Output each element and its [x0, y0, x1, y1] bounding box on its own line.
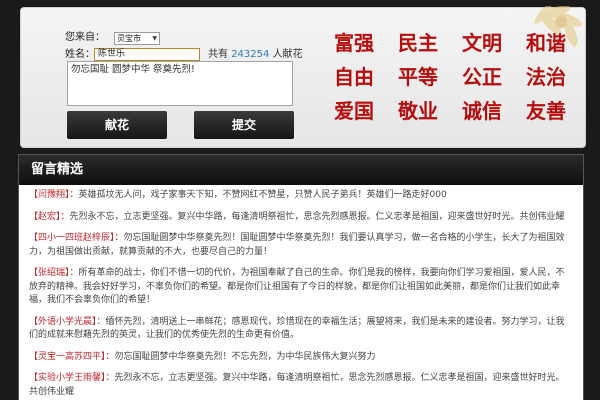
message-item: 【闫豫翔】：英雄孤坟无人问，戏子家事天下知，不赞网红不赞星，只赞人民子弟兵！英雄…	[29, 189, 573, 203]
message-text: 先烈永不忘，立志更坚强。复兴中华路，每逢清明祭祖忙，思念先烈感恩报。仁义忠孝是祖…	[69, 211, 565, 222]
messages-list[interactable]: 【闫豫翔】：英雄孤坟无人问，戏子家事天下知，不赞网红不赞星，只赞人民子弟兵！英雄…	[19, 185, 583, 399]
submit-button[interactable]: 提交	[194, 111, 294, 139]
message-author: 【实验小学王雨馨】：	[29, 373, 115, 383]
offer-flower-button[interactable]: 献花	[67, 111, 167, 139]
core-value-item: 文明	[462, 31, 502, 55]
core-value-item: 敬业	[398, 99, 438, 123]
core-value-item: 友善	[526, 99, 566, 123]
flower-decoration-icon	[509, 6, 587, 54]
message-text: 所有革命的战士，你们不惜一切的代价，为祖国奉献了自己的生命。你们是我的榜样，我要…	[29, 268, 565, 305]
featured-messages-panel: 留言精选 【闫豫翔】：英雄孤坟无人问，戏子家事天下知，不赞网红不赞星，只赞人民子…	[18, 154, 584, 400]
message-author: 【外语小学光晨】：	[29, 316, 106, 327]
region-select[interactable]: 灵宝市 ▼	[114, 32, 160, 45]
message-item: 【实验小学王雨馨】：先烈永不忘，立志更坚强。复兴中华路，每逢清明祭祖忙，思念先烈…	[29, 372, 573, 399]
chevron-down-icon: ▼	[152, 35, 157, 42]
message-item: 【张绍瑞】：所有革命的战士，你们不惜一切的代价，为祖国奉献了自己的生命。你们是我…	[29, 267, 573, 308]
core-value-item: 平等	[398, 65, 438, 89]
message-text: 英雄孤坟无人问，戏子家事天下知，不赞网红不赞星，只赞人民子弟兵！英雄们一路走好0…	[78, 190, 447, 200]
flower-count-prefix: 共有	[208, 49, 228, 60]
flower-count-suffix: 人献花	[272, 49, 303, 60]
message-author: 【张绍瑞】：	[29, 268, 79, 278]
message-author: 【赵宏】：	[29, 211, 70, 222]
name-field-value: 陈世乐	[98, 49, 126, 59]
core-value-item: 爱国	[334, 99, 374, 123]
message-textarea-value: 勿忘国耻 圆梦中华 祭奠先烈!	[71, 64, 195, 75]
message-author: 【灵宝一高苏四平】：	[29, 351, 115, 362]
message-item: 【四小一四班赵梓辰】：勿忘国耻圆梦中华祭奠先烈！国耻圆梦中华祭奠先烈！我们要认真…	[29, 232, 573, 259]
message-textarea[interactable]: 勿忘国耻 圆梦中华 祭奠先烈!	[67, 61, 293, 106]
message-author: 【四小一四班赵梓辰】：	[29, 233, 124, 243]
region-select-value: 灵宝市	[117, 34, 141, 43]
flower-count: 共有 243254 人献花	[208, 48, 303, 62]
name-label: 姓名：	[65, 49, 95, 60]
name-field[interactable]: 陈世乐	[94, 48, 200, 61]
core-value-item: 公正	[462, 65, 502, 89]
core-value-item: 民主	[398, 31, 438, 55]
core-value-item: 诚信	[462, 99, 502, 123]
message-item: 【赵宏】：先烈永不忘，立志更坚强。复兴中华路，每逢清明祭祖忙，思念先烈感恩报。仁…	[29, 211, 573, 225]
message-item: 【外语小学光晨】：缅怀先烈，清明送上一串鲜花；感恩现代，珍惜现在的幸福生活；展望…	[29, 316, 573, 343]
core-value-item: 法治	[526, 65, 566, 89]
region-label: 您来自：	[65, 32, 105, 43]
message-text: 缅怀先烈，清明送上一串鲜花；感恩现代，珍惜现在的幸福生活；展望将来，我们是未来的…	[29, 316, 565, 341]
message-author: 【闫豫翔】：	[29, 190, 79, 200]
message-item: 【灵宝一高苏四平】：勿忘国耻圆梦中华祭奠先烈！不忘先烈，为中华民族伟大复兴努力	[29, 351, 573, 365]
core-value-item: 自由	[334, 65, 374, 89]
featured-messages-title: 留言精选	[19, 155, 583, 185]
core-value-item: 富强	[334, 31, 374, 55]
flower-count-value: 243254	[231, 49, 270, 60]
memorial-form-panel: 您来自： 灵宝市 ▼ 姓名： 陈世乐 共有 243254 人献花 勿忘国耻 圆梦…	[20, 6, 587, 148]
message-text: 勿忘国耻圆梦中华祭奠先烈！不忘先烈，为中华民族伟大复兴努力	[114, 351, 376, 362]
